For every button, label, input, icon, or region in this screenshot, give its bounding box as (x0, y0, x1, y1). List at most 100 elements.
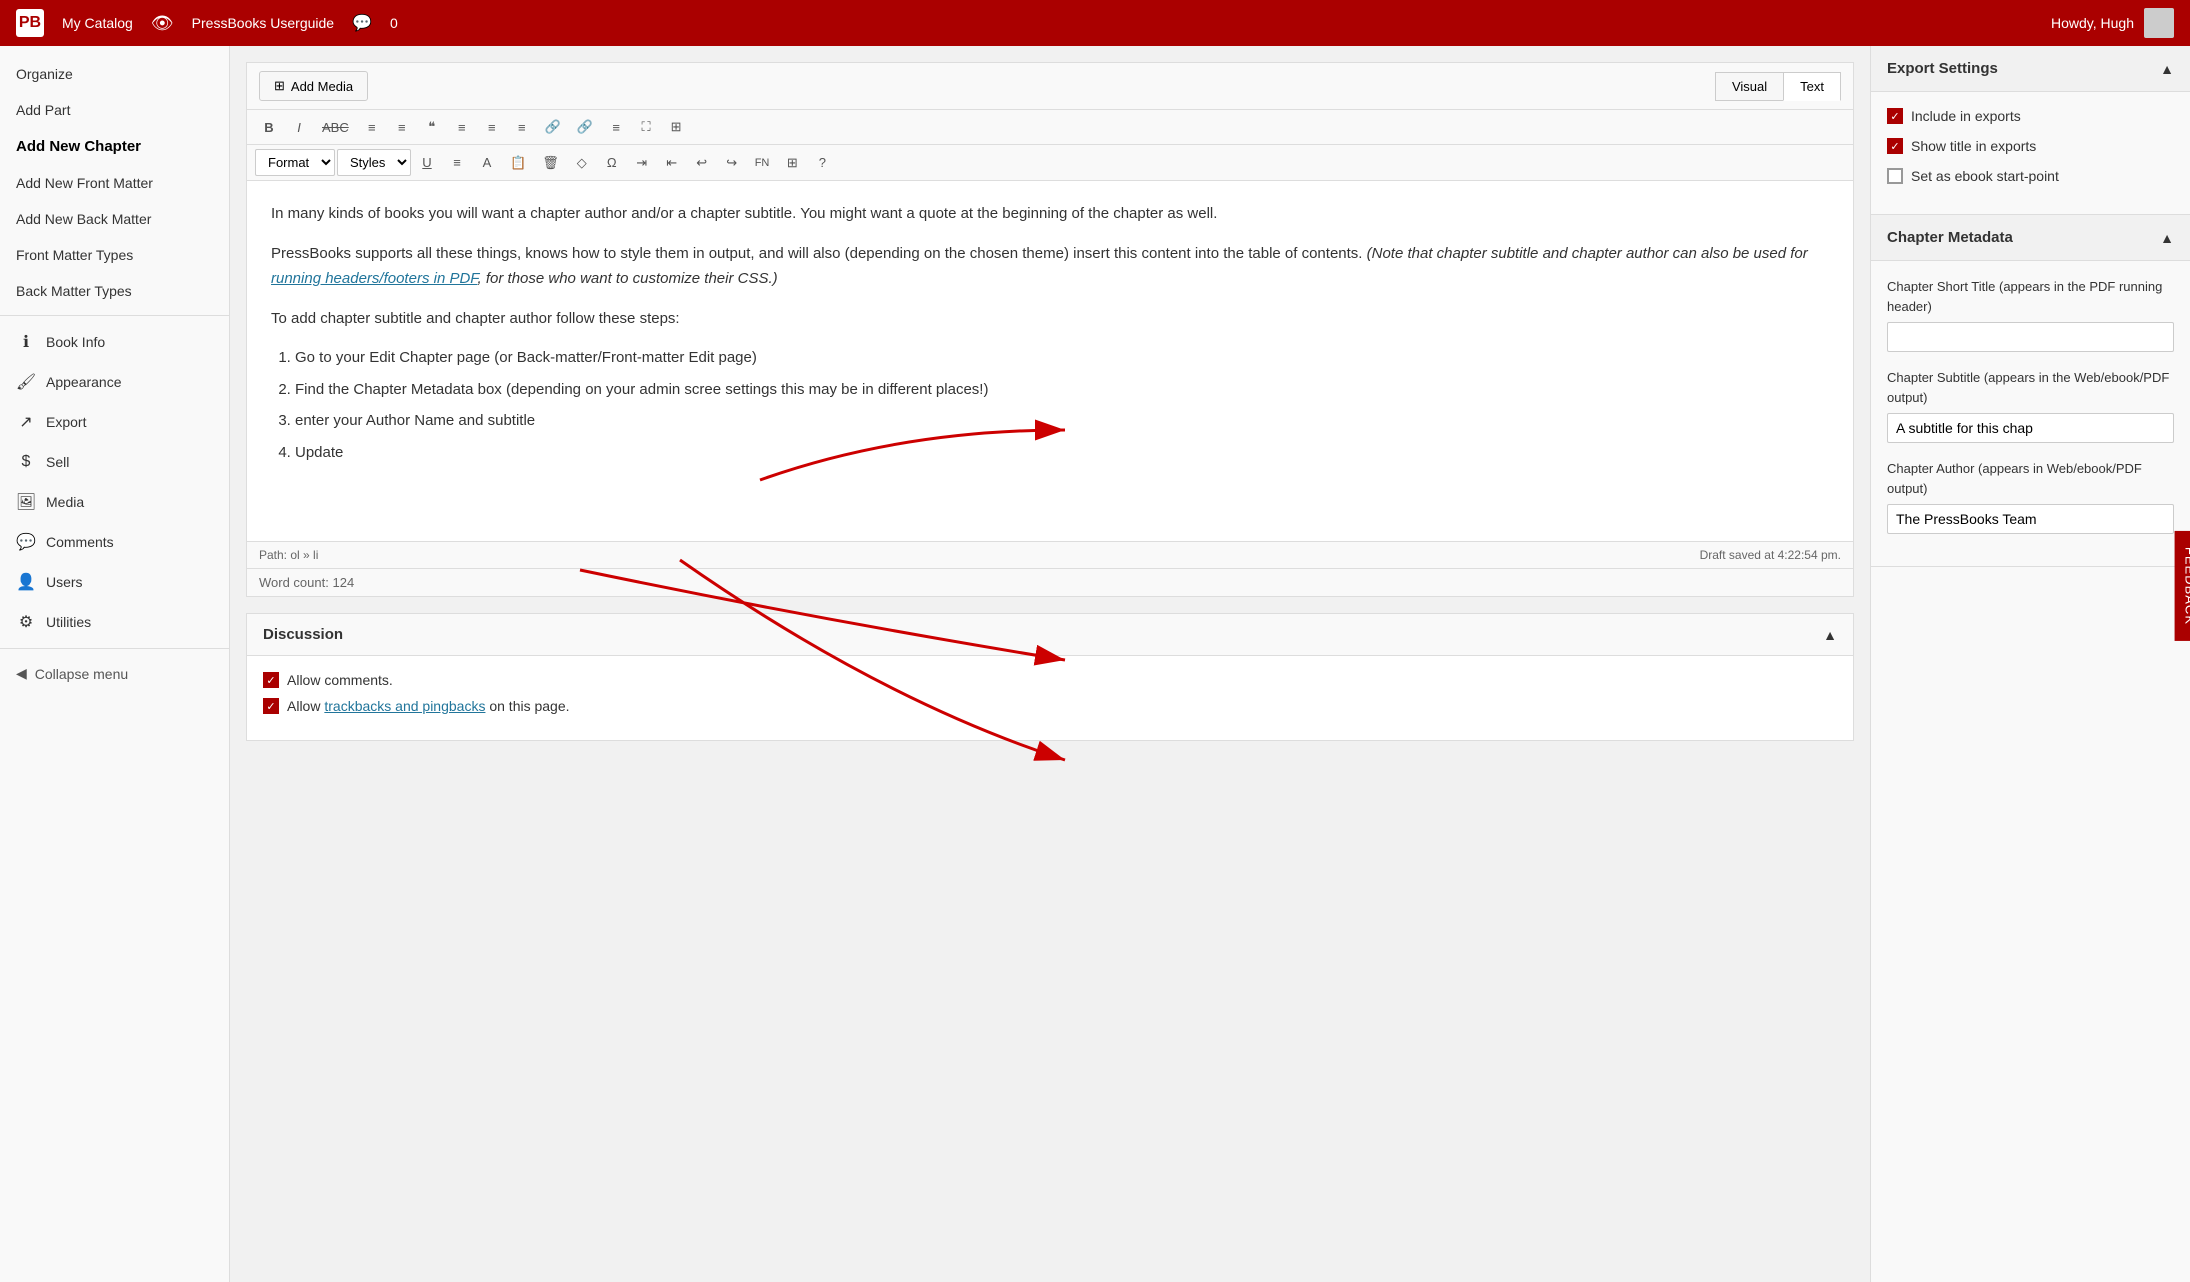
export-settings-body: Include in exports Show title in exports… (1871, 92, 2190, 214)
add-media-button[interactable]: ⊞ Add Media (259, 71, 368, 101)
brush-icon: 🖌 (16, 372, 36, 392)
anchor-button[interactable]: ◇ (568, 150, 596, 176)
show-title-checkbox[interactable] (1887, 138, 1903, 154)
special-chars-button[interactable]: Ω (598, 150, 626, 175)
collapse-label: Collapse menu (35, 666, 128, 682)
insert-more-button[interactable]: ≡ (602, 115, 630, 140)
chapter-metadata-collapse-icon[interactable]: ▲ (2160, 230, 2174, 246)
running-headers-link[interactable]: running headers/footers in PDF (271, 270, 478, 287)
format-select[interactable]: Format (255, 149, 335, 176)
ordered-list-button[interactable]: ≡ (388, 115, 416, 140)
list-item-4: Update (295, 440, 1829, 466)
set-ebook-checkbox[interactable] (1887, 168, 1903, 184)
users-label: Users (46, 574, 83, 590)
styles-select[interactable]: Styles (337, 149, 411, 176)
center-right-row: ⊞ Add Media Visual Text B I ABC ≡ ≡ ❝ (230, 46, 2190, 1282)
add-media-label: Add Media (291, 79, 353, 94)
sidebar-item-appearance[interactable]: 🖌 Appearance (0, 362, 229, 402)
sidebar-item-add-new-front-matter[interactable]: Add New Front Matter (0, 165, 229, 201)
short-title-input[interactable] (1887, 322, 2174, 352)
trackbacks-link[interactable]: trackbacks and pingbacks (324, 698, 485, 714)
indent-button[interactable]: ⇥ (628, 150, 656, 176)
sidebar-item-back-matter-types[interactable]: Back Matter Types (0, 273, 229, 309)
utilities-label: Utilities (46, 614, 91, 630)
bold-button[interactable]: B (255, 115, 283, 140)
comments-count: 0 (390, 15, 398, 31)
tab-visual[interactable]: Visual (1715, 72, 1783, 101)
font-color-button[interactable]: A (473, 150, 501, 175)
sidebar-item-add-new-back-matter[interactable]: Add New Back Matter (0, 201, 229, 237)
table-button[interactable]: ⊞ (778, 150, 806, 176)
chapter-metadata-section: Chapter Metadata ▲ Chapter Short Title (… (1871, 215, 2190, 567)
catalog-link[interactable]: My Catalog (62, 15, 133, 31)
show-kitchen-sink-button[interactable]: ⊞ (662, 114, 690, 140)
export-settings-collapse-icon[interactable]: ▲ (2160, 61, 2174, 77)
sidebar-item-book-info[interactable]: ℹ Book Info (0, 322, 229, 362)
sidebar-item-comments[interactable]: 💬 Comments (0, 522, 229, 562)
visual-text-tabs: Visual Text (1715, 72, 1841, 101)
sidebar-item-users[interactable]: 👤 Users (0, 562, 229, 602)
allow-comments-checkbox[interactable] (263, 672, 279, 688)
unlink-button[interactable]: 🔗 (570, 114, 600, 140)
sidebar-item-add-new-chapter[interactable]: Add New Chapter (0, 128, 229, 165)
info-icon: ℹ (16, 332, 36, 352)
collapse-menu[interactable]: ◀ Collapse menu (0, 655, 229, 692)
unordered-list-button[interactable]: ≡ (358, 115, 386, 140)
include-exports-row: Include in exports (1887, 108, 2174, 124)
allow-trackbacks-checkbox[interactable] (263, 698, 279, 714)
comments-sidebar-icon: 💬 (16, 532, 36, 552)
media-label: Media (46, 494, 84, 510)
feedback-tab[interactable]: FEEDBACK (2175, 531, 2190, 641)
book-link[interactable]: PressBooks Userguide (192, 15, 334, 31)
add-new-front-matter-label: Add New Front Matter (16, 175, 153, 191)
back-matter-types-label: Back Matter Types (16, 283, 132, 299)
sidebar-item-utilities[interactable]: ⚙ Utilities (0, 602, 229, 642)
editor-body[interactable]: In many kinds of books you will want a c… (247, 181, 1853, 541)
content-para-1: In many kinds of books you will want a c… (271, 201, 1829, 227)
sidebar-item-organize[interactable]: Organize (0, 56, 229, 92)
comments-label: Comments (46, 534, 114, 550)
editor-top-bar: ⊞ Add Media Visual Text (247, 63, 1853, 110)
fullscreen-button[interactable]: ⛶ (632, 114, 660, 140)
word-count-value: 124 (332, 575, 354, 590)
sidebar-item-export[interactable]: ↗ Export (0, 402, 229, 442)
undo-button[interactable]: ↩ (688, 150, 716, 176)
link-button[interactable]: 🔗 (538, 114, 568, 140)
align-left-button[interactable]: ≡ (448, 115, 476, 140)
steps-list: Go to your Edit Chapter page (or Back-ma… (295, 345, 1829, 465)
fn-button[interactable]: FN (748, 152, 777, 174)
sidebar-item-add-part[interactable]: Add Part (0, 92, 229, 128)
word-count-bar: Word count: 124 (247, 568, 1853, 596)
media-icon: 🖼 (16, 492, 36, 512)
strikethrough-button[interactable]: ABC (315, 115, 356, 140)
content-para-3: To add chapter subtitle and chapter auth… (271, 306, 1829, 332)
author-field: Chapter Author (appears in Web/ebook/PDF… (1887, 459, 2174, 534)
author-input[interactable] (1887, 504, 2174, 534)
sidebar: Organize Add Part Add New Chapter Add Ne… (0, 46, 230, 1282)
italic-button[interactable]: I (285, 115, 313, 140)
blockquote-button[interactable]: ❝ (418, 114, 446, 140)
short-title-label: Chapter Short Title (appears in the PDF … (1887, 277, 2174, 316)
include-exports-checkbox[interactable] (1887, 108, 1903, 124)
allow-comments-label: Allow comments. (287, 672, 393, 688)
subtitle-label: Chapter Subtitle (appears in the Web/ebo… (1887, 368, 2174, 407)
clear-formatting-button[interactable]: 🗑 (535, 150, 566, 176)
align-right-button[interactable]: ≡ (508, 115, 536, 140)
outdent-button[interactable]: ⇤ (658, 150, 686, 176)
sidebar-item-front-matter-types[interactable]: Front Matter Types (0, 237, 229, 273)
align-center-button[interactable]: ≡ (478, 115, 506, 140)
help-button[interactable]: ? (808, 150, 836, 175)
paste-from-word-button[interactable]: 📋 (503, 150, 533, 176)
tab-text[interactable]: Text (1783, 72, 1841, 101)
set-ebook-row: Set as ebook start-point (1887, 168, 2174, 184)
sidebar-divider-1 (0, 315, 229, 316)
justify-button[interactable]: ≡ (443, 150, 471, 175)
sidebar-item-media[interactable]: 🖼 Media (0, 482, 229, 522)
redo-button[interactable]: ↪ (718, 150, 746, 176)
discussion-title: Discussion (263, 626, 343, 643)
subtitle-input[interactable] (1887, 413, 2174, 443)
short-title-field: Chapter Short Title (appears in the PDF … (1887, 277, 2174, 352)
discussion-collapse-icon[interactable]: ▲ (1823, 627, 1837, 643)
sidebar-item-sell[interactable]: $ Sell (0, 442, 229, 482)
underline-button[interactable]: U (413, 150, 441, 175)
